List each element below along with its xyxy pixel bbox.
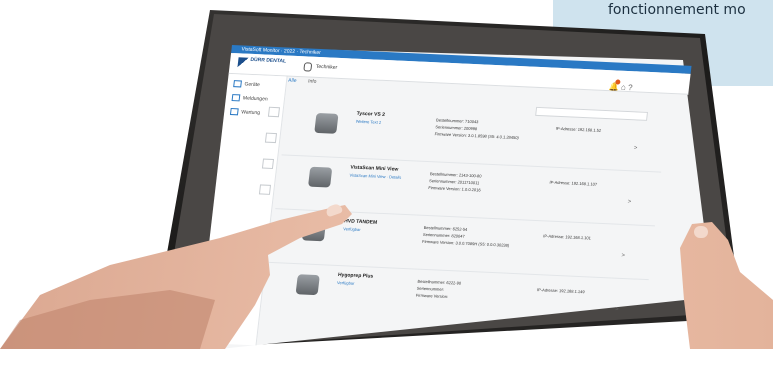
firmware-version: Firmware Version: 1.0.0.2016 bbox=[428, 185, 481, 193]
device-link[interactable]: Verfügbar bbox=[343, 226, 361, 232]
sidebar-item-label: Geräte bbox=[244, 81, 261, 89]
device-image bbox=[295, 274, 320, 296]
tab-info[interactable]: Info bbox=[308, 79, 317, 85]
ip-address: IP-Adresse: 192.168.1.107 bbox=[549, 179, 598, 187]
device-name: HVD TANDEM bbox=[343, 218, 378, 226]
sidebar-item-devices[interactable]: Geräte bbox=[233, 80, 260, 88]
filter-icon[interactable] bbox=[261, 158, 275, 169]
device-details: Bestellnummer: 6252-54 Seriennummer: 820… bbox=[422, 224, 512, 249]
device-name: Hygoprep Plus bbox=[337, 272, 374, 280]
bell-icon[interactable]: 🔔 bbox=[608, 82, 619, 91]
ip-address: IP-Adresse: 192.168.1.149 bbox=[536, 287, 585, 295]
ip-address: IP-Adresse: 192.168.1.101 bbox=[543, 233, 592, 241]
header-actions[interactable]: 🔔 ⌂ ? bbox=[608, 82, 633, 92]
filter-icon[interactable] bbox=[264, 132, 278, 144]
app-window: VistaSoft Monitor · 2022 · Techniker DÜR… bbox=[197, 45, 731, 366]
chevron-right-icon[interactable]: > bbox=[615, 307, 619, 313]
device-details: Bestellnummer: 710043 Seriennummer: 2009… bbox=[434, 116, 521, 141]
device-image bbox=[308, 166, 333, 188]
filter-icon[interactable] bbox=[267, 106, 281, 118]
tag-icon[interactable]: ⌂ bbox=[620, 83, 626, 92]
device-link[interactable]: Weitere Text 2 bbox=[355, 119, 381, 125]
device-details: Bestellnummer: 2143-100-80 Seriennummer:… bbox=[428, 170, 483, 193]
device-details: Bestellnummer: 6222-90 Seriennummer: Fir… bbox=[416, 278, 462, 301]
caption-text: fonctionnement mo bbox=[608, 2, 746, 18]
device-name: VistaScan Mini View bbox=[350, 164, 399, 173]
logo-icon bbox=[237, 57, 249, 68]
filter-icon[interactable] bbox=[258, 184, 272, 195]
help-icon[interactable]: ? bbox=[628, 83, 633, 92]
sidebar-item-maintenance[interactable]: Wartung bbox=[229, 108, 261, 117]
chevron-right-icon[interactable]: > bbox=[627, 199, 631, 205]
ip-address: IP-Adresse: 192.168.1.52 bbox=[555, 125, 602, 133]
tab-all[interactable]: Alle bbox=[288, 78, 297, 84]
sidebar-item-label: Meldungen bbox=[242, 95, 268, 103]
brand-logo: DÜRR DENTAL bbox=[250, 56, 287, 65]
sidebar-item-messages[interactable]: Meldungen bbox=[231, 94, 269, 103]
device-image bbox=[314, 112, 339, 134]
device-icon bbox=[233, 80, 242, 88]
chevron-right-icon[interactable]: > bbox=[621, 253, 625, 259]
wrench-icon bbox=[229, 108, 239, 116]
thumbnail bbox=[694, 226, 708, 238]
sidebar-item-label: Wartung bbox=[240, 109, 261, 117]
device-link[interactable]: Verfügbar bbox=[337, 280, 355, 286]
device-name: Tyscor VS 2 bbox=[356, 110, 386, 118]
chevron-right-icon[interactable]: > bbox=[633, 145, 637, 151]
device-link[interactable]: VistaScan Mini View · Details bbox=[349, 172, 401, 179]
user-icon[interactable] bbox=[303, 62, 313, 72]
message-icon bbox=[231, 94, 241, 102]
user-menu[interactable]: Techniker bbox=[315, 64, 337, 71]
firmware-version: Firmware Version: bbox=[415, 292, 449, 300]
